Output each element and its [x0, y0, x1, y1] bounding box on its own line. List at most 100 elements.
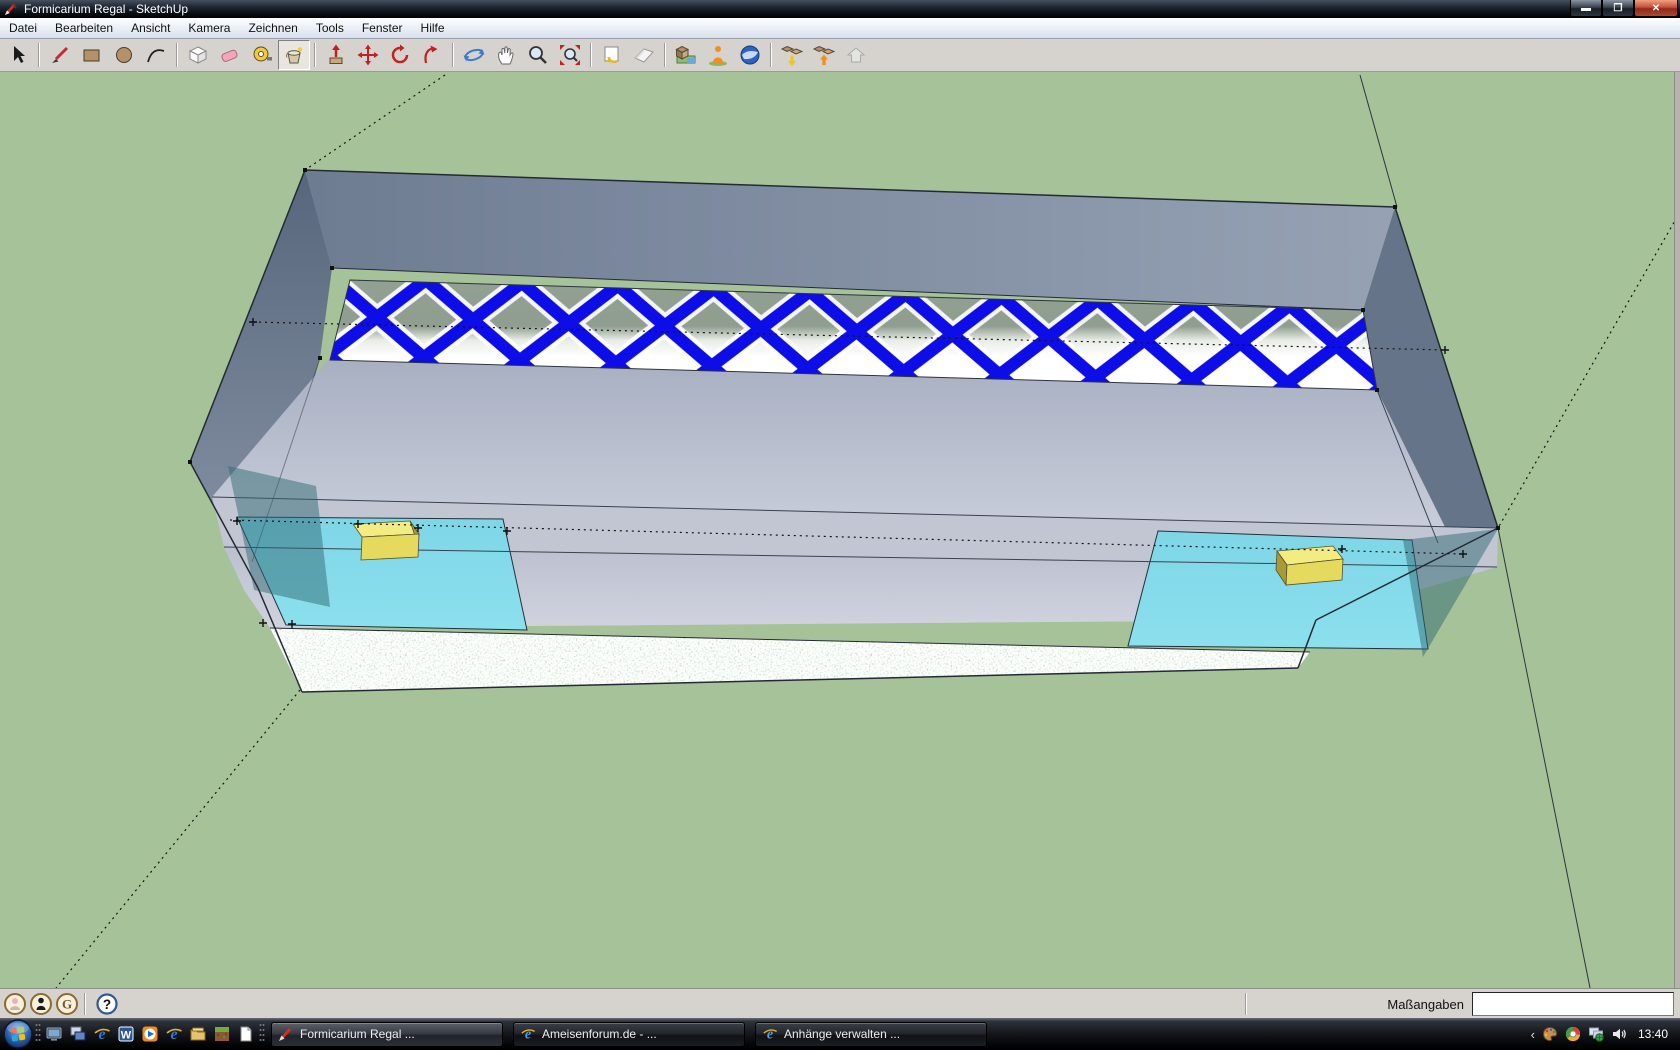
model-info-button[interactable]: [840, 40, 872, 70]
menu-bearbeiten[interactable]: Bearbeiten: [46, 19, 122, 37]
eraser-tool-button[interactable]: [214, 40, 246, 70]
pan-tool-button[interactable]: [490, 40, 522, 70]
menu-datei[interactable]: Datei: [0, 19, 46, 37]
window-title: Formicarium Regal - SketchUp: [24, 2, 188, 16]
box-on-map-icon: [674, 43, 698, 67]
task-label: Ameisenforum.de - ...: [542, 1027, 657, 1041]
menu-bar: Datei Bearbeiten Ansicht Kamera Zeichnen…: [0, 18, 1680, 39]
tray-expand-chevron[interactable]: ‹: [1531, 1027, 1535, 1042]
google-earth-globe-icon: [738, 43, 762, 67]
offset-icon: [420, 43, 444, 67]
svg-text:W: W: [121, 1030, 132, 1042]
toolbar: [0, 39, 1680, 72]
add-location-button[interactable]: [702, 40, 734, 70]
measurements-input[interactable]: [1472, 992, 1674, 1016]
window-resize-border: [1674, 72, 1680, 988]
status-orb-person-icon[interactable]: [30, 993, 52, 1015]
tray-swirl-icon[interactable]: [1565, 1026, 1581, 1042]
toolbar-separator: [176, 43, 178, 67]
google-earth-button[interactable]: [734, 40, 766, 70]
taskband-drag-handle[interactable]: [258, 1020, 266, 1049]
select-arrow-icon: [6, 43, 30, 67]
document-icon: [237, 1025, 255, 1043]
taskbar-clock[interactable]: 13:40: [1634, 1027, 1676, 1041]
tape-measure-icon: [250, 43, 274, 67]
tape-measure-button[interactable]: [246, 40, 278, 70]
restore-button[interactable]: ❐: [1602, 0, 1634, 17]
close-button[interactable]: ✕: [1634, 0, 1678, 17]
media-player-button[interactable]: [139, 1022, 161, 1046]
circle-icon: [112, 43, 136, 67]
rotate-icon: [388, 43, 412, 67]
circle-tool-button[interactable]: [108, 40, 140, 70]
get-models-button[interactable]: [776, 40, 808, 70]
word-button[interactable]: W: [115, 1022, 137, 1046]
offset-tool-button[interactable]: [416, 40, 448, 70]
house-icon: [844, 43, 868, 67]
share-model-button[interactable]: [808, 40, 840, 70]
model-viewport[interactable]: [0, 72, 1680, 988]
statusbar-separator: [84, 993, 86, 1015]
status-orb-g-icon[interactable]: G: [56, 993, 78, 1015]
share-model-icon: [812, 43, 836, 67]
make-component-button[interactable]: [182, 40, 214, 70]
pencil-icon: [48, 43, 72, 67]
get-models-icon: [780, 43, 804, 67]
formicarium-model: [188, 168, 1500, 692]
tray-network-icon[interactable]: [1588, 1026, 1604, 1042]
menu-zeichnen[interactable]: Zeichnen: [239, 19, 306, 37]
switch-windows-icon: [69, 1025, 87, 1043]
zoom-extents-button[interactable]: [554, 40, 586, 70]
status-orb-person-pink-icon[interactable]: [4, 993, 26, 1015]
task-button-sketchup[interactable]: Formicarium Regal ...: [271, 1022, 503, 1047]
toolbar-separator: [770, 43, 772, 67]
orbit-icon: [462, 43, 486, 67]
menu-hilfe[interactable]: Hilfe: [412, 19, 454, 37]
media-player-icon: [141, 1025, 159, 1043]
line-tool-button[interactable]: [44, 40, 76, 70]
arc-icon: [144, 43, 168, 67]
system-tray: ‹ 13:40: [1531, 1018, 1676, 1050]
select-tool-button[interactable]: [2, 40, 34, 70]
zoom-tool-button[interactable]: [522, 40, 554, 70]
eraser-icon: [218, 43, 242, 67]
photo-textures-button[interactable]: [670, 40, 702, 70]
svg-text:e: e: [170, 1026, 177, 1043]
previous-view-button[interactable]: [596, 40, 628, 70]
tray-palette-icon[interactable]: [1542, 1026, 1558, 1042]
menu-tools[interactable]: Tools: [307, 19, 353, 37]
section-plane-button[interactable]: [628, 40, 660, 70]
folder-icon: [189, 1025, 207, 1043]
task-label: Formicarium Regal ...: [300, 1027, 415, 1041]
rectangle-tool-button[interactable]: [76, 40, 108, 70]
quicklaunch-drag-handle[interactable]: [34, 1020, 42, 1049]
menu-fenster[interactable]: Fenster: [353, 19, 412, 37]
new-document-button[interactable]: [235, 1022, 257, 1046]
task-button-anhaenge[interactable]: e Anhänge verwalten ...: [755, 1022, 987, 1047]
tray-volume-icon[interactable]: [1611, 1026, 1627, 1042]
paint-bucket-button[interactable]: [278, 40, 310, 70]
show-desktop-button[interactable]: [43, 1022, 65, 1046]
explorer-folder-button[interactable]: [187, 1022, 209, 1046]
menu-ansicht[interactable]: Ansicht: [122, 19, 179, 37]
arc-tool-button[interactable]: [140, 40, 172, 70]
svg-text:?: ?: [103, 997, 111, 1012]
context-help-icon[interactable]: ?: [96, 993, 118, 1015]
internet-explorer-button[interactable]: e: [91, 1022, 113, 1046]
menu-kamera[interactable]: Kamera: [179, 19, 239, 37]
sketchup-app-icon: [4, 2, 18, 16]
orbit-tool-button[interactable]: [458, 40, 490, 70]
task-button-ameisenforum[interactable]: e Ameisenforum.de - ...: [513, 1022, 745, 1047]
move-tool-button[interactable]: [352, 40, 384, 70]
rotate-tool-button[interactable]: [384, 40, 416, 70]
switch-windows-button[interactable]: [67, 1022, 89, 1046]
scene: [0, 72, 1680, 988]
start-button[interactable]: [2, 1018, 34, 1050]
svg-text:e: e: [767, 1026, 773, 1042]
minimize-button[interactable]: ▬: [1570, 0, 1602, 17]
grass-block-button[interactable]: [211, 1022, 233, 1046]
internet-explorer-icon: e: [93, 1025, 111, 1043]
push-pull-button[interactable]: [320, 40, 352, 70]
internet-explorer-2-button[interactable]: e: [163, 1022, 185, 1046]
zoom-extents-icon: [558, 43, 582, 67]
